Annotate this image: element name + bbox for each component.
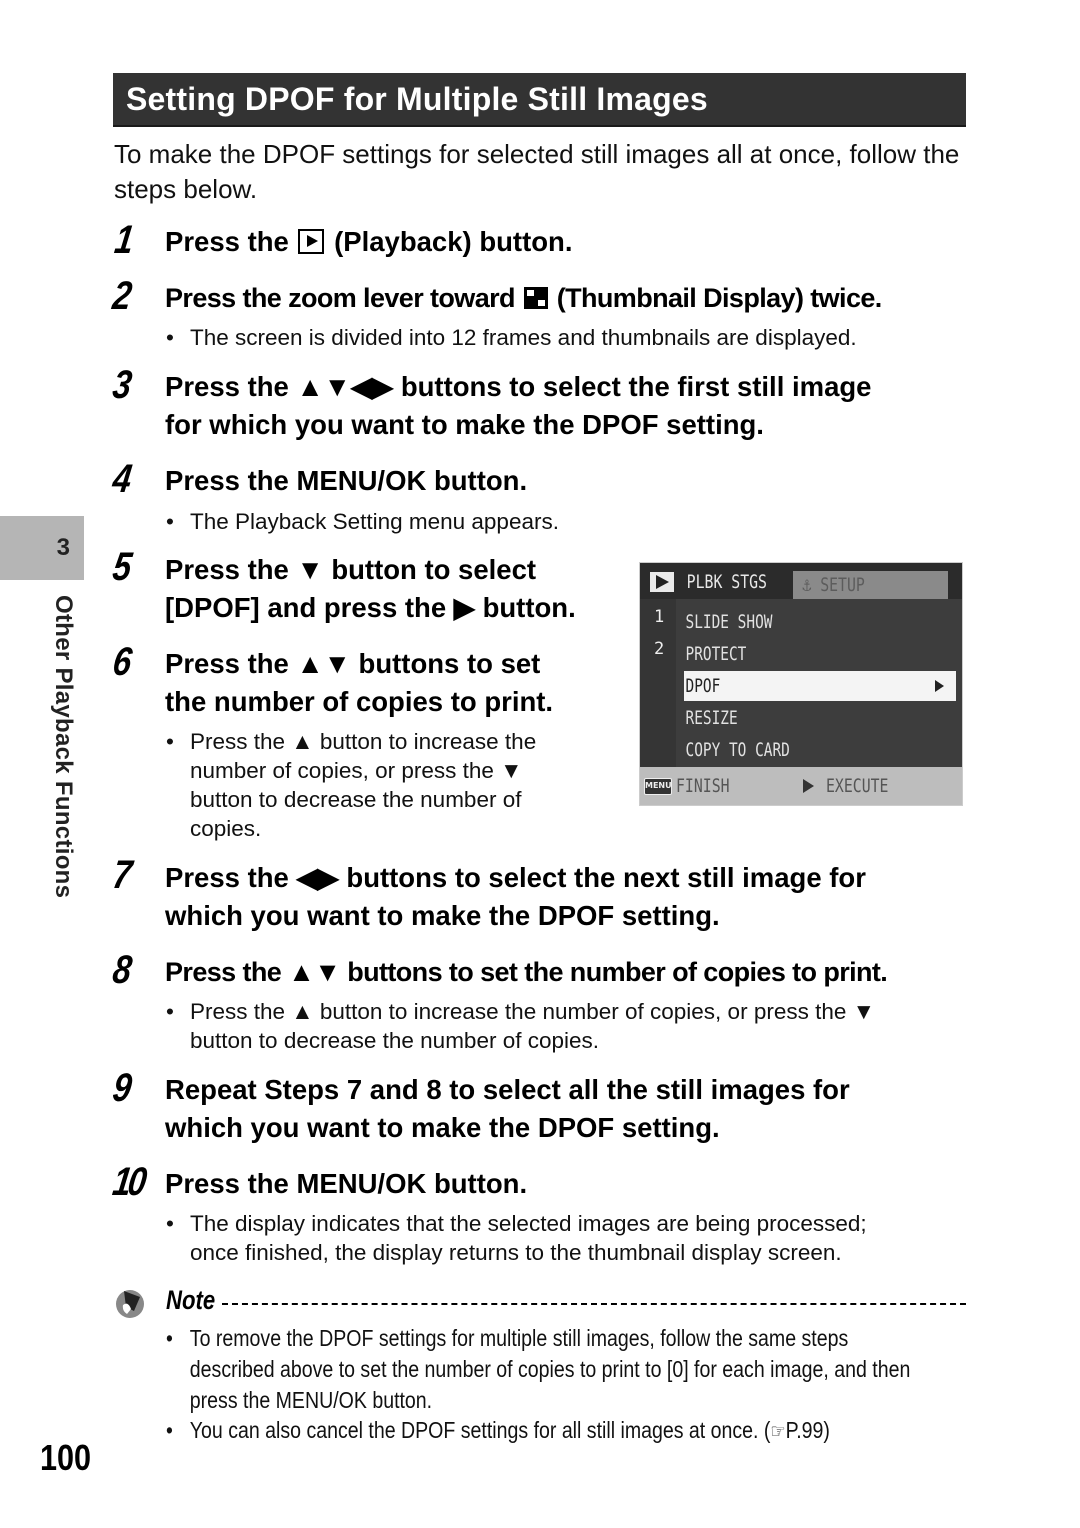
note-heading: Note [166,1285,216,1315]
note-icon [116,1290,144,1318]
camera-tab-playback-settings: PLBK STGS [686,571,767,593]
camera-menu-item: COPY TO CARD [685,739,790,761]
playback-button-icon [298,229,325,254]
right-arrow-icon [935,680,944,692]
step-title: [DPOF] and press the ▶ button. [165,592,576,623]
step-bullet: • Press the ▲ button to increase the num… [166,999,875,1053]
step-bullet: • Press the ▲ button to increase the num… [166,729,537,841]
note-bullet: • You can also cancel the DPOF settings … [166,1415,957,1448]
menu-button-icon: MENU [644,778,672,795]
step-text: (Thumbnail Display) twice. [549,283,883,313]
step-title: Press the MENU/OK button. [165,465,528,496]
step-bullet: • The screen is divided into 12 frames an… [166,325,857,350]
camera-page-2: 2 [654,639,665,659]
step-number: 8 [110,948,135,992]
step-title: Repeat Steps 7 and 8 to select all the s… [165,1074,850,1105]
step-number: 2 [110,274,135,318]
chapter-title: Other Playback Functions [50,595,77,899]
step-title: Press the MENU/OK button. [165,1168,528,1199]
step-bullet: • The Playback Setting menu appears. [166,509,559,534]
camera-footer-execute: EXECUTE [826,775,889,797]
step-text: (Playback) button. [326,226,573,257]
step-number: 4 [110,457,135,501]
camera-page-indicator: 1 2 [640,599,676,767]
camera-menu-item: SLIDE SHOW [685,611,773,633]
thumbnail-display-icon [523,287,548,309]
right-arrow-icon [803,779,814,793]
step-title: Press the ▲▼◀▶ buttons to select the fir… [165,371,872,402]
step-number: 9 [110,1066,135,1110]
step-title: Press the (Playback) button. [165,223,572,261]
step-title: Press the zoom lever toward (Thumbnail D… [165,279,882,317]
step-title: Press the ◀▶ buttons to select the next … [165,862,866,893]
camera-page-1: 1 [654,607,665,627]
step-number: 6 [110,640,135,684]
step-title: the number of copies to print. [165,686,554,717]
step-text: Press the [165,226,297,257]
camera-menu-item: RESIZE [685,707,738,729]
page-reference-icon: ☞ [770,1421,786,1443]
step-number: 10 [110,1160,147,1204]
camera-footer-finish: FINISH [676,775,730,797]
step-number: 3 [110,363,135,407]
chapter-number: 3 [56,534,70,561]
page-number: 100 [40,1437,92,1478]
section-header-bar: Setting DPOF for Multiple Still Images [113,73,966,127]
step-title: for which you want to make the DPOF sett… [165,409,764,440]
step-title: which you want to make the DPOF setting. [165,1112,720,1143]
step-number: 5 [110,545,135,589]
step-title: Press the ▲▼ buttons to set [165,648,541,679]
note-divider [222,1303,966,1305]
step-bullet: • The display indicates that the selecte… [166,1211,867,1265]
step-title: which you want to make the DPOF setting. [165,900,720,931]
note-bullet: • To remove the DPOF settings for multip… [166,1325,911,1413]
step-number: 7 [110,853,135,897]
page-reference-link[interactable]: P.99) [786,1417,830,1443]
chapter-tab: 3 [0,516,84,580]
camera-tab-setup: ⚓ SETUP [793,571,948,599]
step-title: Press the ▲▼ buttons to set the number o… [165,957,888,987]
intro-text: To make the DPOF settings for selected s… [114,139,960,204]
playback-icon [650,572,674,592]
camera-menu-item-selected: DPOF [684,671,956,701]
section-title: Setting DPOF for Multiple Still Images [126,81,708,117]
camera-menu-item: PROTECT [685,643,747,665]
step-text: Press the zoom lever toward [165,283,522,313]
camera-footer: MENU FINISH EXECUTE [640,767,962,805]
step-title: Press the ▼ button to select [165,554,537,585]
camera-menu-screenshot: PLBK STGS ⚓ SETUP 1 2 SLIDE SHOW PROTECT… [639,562,963,806]
camera-tab-bar: PLBK STGS ⚓ SETUP [640,563,962,599]
step-number: 1 [112,218,137,262]
